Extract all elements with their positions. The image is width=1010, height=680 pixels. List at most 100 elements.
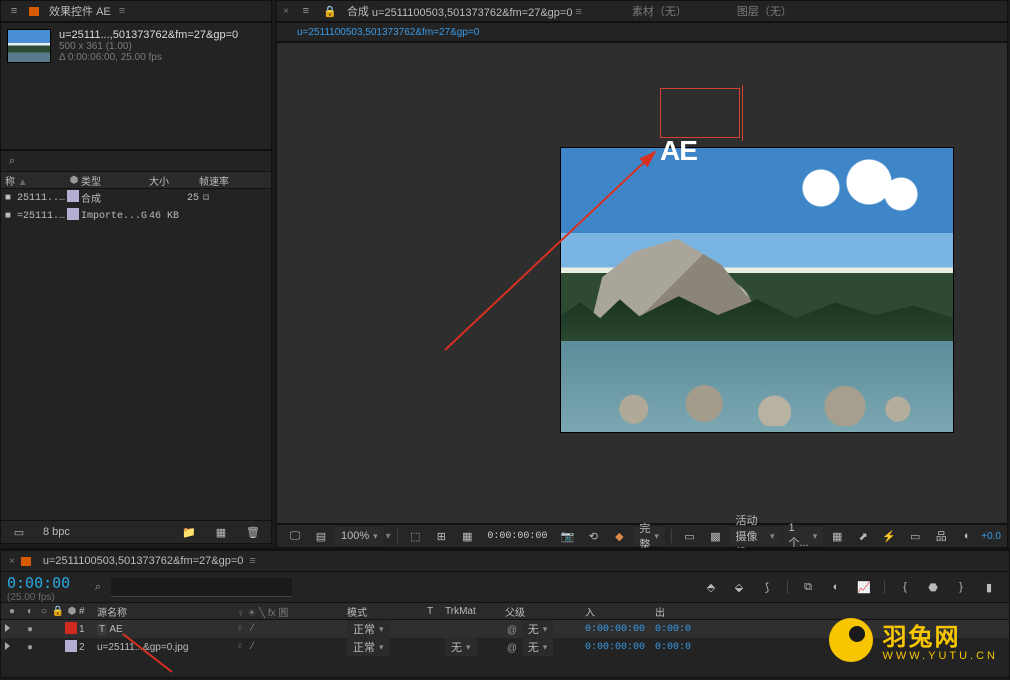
brace-close-icon[interactable]: }: [949, 578, 973, 596]
visibility-toggle[interactable]: ●: [23, 622, 37, 636]
project-item-row[interactable]: ■ 25111...=0 合成 25 ⚃: [1, 189, 271, 207]
share-button[interactable]: ⬈: [851, 527, 875, 545]
col-fps[interactable]: 帧速率: [199, 173, 249, 188]
col-in[interactable]: 入: [585, 604, 655, 619]
layer-label-swatch[interactable]: [65, 622, 77, 634]
active-camera-dropdown[interactable]: 活动摄像机: [729, 527, 780, 545]
channels-button[interactable]: ◆: [607, 527, 631, 545]
layer-out-time[interactable]: 0:00:0: [655, 624, 705, 635]
viewer-timecode[interactable]: 0:00:00:00: [487, 531, 547, 542]
safe-zones-button[interactable]: ⊞: [429, 527, 453, 545]
col-size[interactable]: 大小: [149, 173, 199, 188]
pickwhip-icon[interactable]: @: [505, 624, 519, 638]
viewer-tab-layer[interactable]: 图层（无）: [737, 3, 792, 19]
resolution-half-button[interactable]: ⬚: [403, 527, 427, 545]
col-switches[interactable]: ♀ ☀ ╲ fx 圓: [237, 604, 347, 619]
label-column-icon[interactable]: ⬢: [65, 604, 79, 618]
project-search-input[interactable]: [19, 152, 267, 170]
reset-exposure-button[interactable]: ◐: [955, 527, 979, 545]
view-layout-button[interactable]: ▦: [825, 527, 849, 545]
col-out[interactable]: 出: [655, 604, 705, 619]
comp-mini-flowchart-button[interactable]: ⬘: [699, 578, 723, 596]
tab-menu-icon[interactable]: ≡: [299, 4, 313, 18]
layer-in-time[interactable]: 0:00:00:00: [585, 624, 655, 635]
parent-dropdown[interactable]: 无: [522, 638, 554, 656]
snapshot-button[interactable]: 📷: [555, 527, 579, 545]
flowchart-path[interactable]: u=2511100503,501373762&fm=27&gp=0: [297, 27, 479, 38]
layer-out-time[interactable]: 0:00:0: [655, 642, 705, 653]
timeline-tab[interactable]: u=2511100503,501373762&fm=27&gp=0: [43, 555, 244, 567]
frame-blend-button[interactable]: ⧉: [796, 578, 820, 596]
exposure-value[interactable]: +0.0: [981, 531, 1001, 542]
parent-dropdown[interactable]: 无: [522, 620, 554, 638]
col-type[interactable]: 类型: [81, 173, 149, 188]
solo-column-icon[interactable]: ○: [37, 604, 51, 618]
col-mode[interactable]: 模式: [347, 604, 427, 619]
graph-editor-button[interactable]: 📈: [852, 578, 876, 596]
region-button[interactable]: ▭: [677, 527, 701, 545]
timeline-close-icon[interactable]: ×: [9, 556, 15, 567]
views-dropdown[interactable]: 1 个...: [783, 527, 824, 545]
grid-button[interactable]: ▦: [455, 527, 479, 545]
visibility-toggle[interactable]: ●: [23, 640, 37, 654]
new-bin-button[interactable]: 📁: [177, 523, 201, 541]
alpha-toggle-button[interactable]: 🖵: [283, 527, 307, 545]
motion-blur-button[interactable]: ◐: [824, 578, 848, 596]
new-comp-button[interactable]: ▦: [209, 523, 233, 541]
timeline-current-time[interactable]: 0:00:00: [7, 574, 85, 592]
label-swatch[interactable]: [67, 190, 79, 202]
search-icon[interactable]: ⌕: [5, 154, 19, 168]
text-layer-bounding-box[interactable]: [660, 88, 740, 138]
lock-column-icon[interactable]: 🔒: [51, 604, 65, 618]
blend-mode-dropdown[interactable]: 正常: [347, 620, 390, 638]
composition-canvas[interactable]: [560, 147, 954, 433]
zoom-dropdown[interactable]: 100%: [335, 527, 384, 545]
eye-column-icon[interactable]: ●: [5, 604, 19, 618]
transparency-grid-button[interactable]: ▩: [703, 527, 727, 545]
comp-flowchart-button[interactable]: 品: [929, 527, 953, 545]
layer-name[interactable]: AE: [109, 624, 122, 635]
timeline-button[interactable]: ▭: [903, 527, 927, 545]
delete-button[interactable]: 🗑: [241, 523, 265, 541]
col-trkmat[interactable]: TrkMat: [445, 606, 505, 617]
col-source-name[interactable]: 源名称: [97, 604, 237, 619]
menu-icon[interactable]: ≡: [7, 4, 21, 18]
project-item-thumbnail[interactable]: [7, 29, 51, 63]
pickwhip-icon[interactable]: @: [505, 642, 519, 656]
show-snapshot-button[interactable]: ⟲: [581, 527, 605, 545]
marker-button[interactable]: ▮: [977, 578, 1001, 596]
blend-mode-dropdown[interactable]: 正常: [347, 638, 390, 656]
twirl-icon[interactable]: [5, 642, 10, 650]
effect-controls-tab[interactable]: 效果控件 AE: [49, 3, 111, 19]
timeline-panel-menu-icon[interactable]: ≡: [249, 555, 255, 567]
resolution-dropdown[interactable]: 完整: [633, 527, 665, 545]
timeline-search-input[interactable]: [111, 578, 292, 597]
layer-switches[interactable]: ♀ /: [237, 642, 347, 653]
draft3d-button[interactable]: ⬙: [727, 578, 751, 596]
comp-settings-icon[interactable]: ⚃: [199, 191, 213, 205]
project-columns-header[interactable]: 称 ▲ ⬢ 类型 大小 帧速率: [1, 171, 271, 189]
col-number[interactable]: #: [79, 606, 97, 617]
timeline-search-icon[interactable]: ⌕: [91, 580, 105, 594]
layer-label-swatch[interactable]: [65, 640, 77, 652]
trkmat-dropdown[interactable]: 无: [445, 638, 477, 656]
viewer-tab-composition[interactable]: 合成 u=2511100503,501373762&fm=27&gp=0 ≡: [347, 3, 582, 19]
layer-in-time[interactable]: 0:00:00:00: [585, 642, 655, 653]
twirl-icon[interactable]: [5, 624, 10, 632]
viewer-tab-footage[interactable]: 素材（无）: [632, 3, 687, 19]
toggle-pixel-button[interactable]: ▤: [309, 527, 333, 545]
snap-button[interactable]: ⬣: [921, 578, 945, 596]
brace-open-icon[interactable]: {: [893, 578, 917, 596]
shy-toggle-button[interactable]: ⟆: [755, 578, 779, 596]
fast-preview-button[interactable]: ⚡: [877, 527, 901, 545]
close-tab-icon[interactable]: ×: [283, 6, 289, 17]
text-layer-content[interactable]: AE: [660, 135, 697, 167]
panel-menu-icon[interactable]: ≡: [119, 5, 125, 17]
audio-column-icon[interactable]: ◐: [23, 604, 37, 618]
col-trkmat-t[interactable]: T: [427, 606, 445, 617]
label-swatch[interactable]: [67, 208, 79, 220]
col-parent[interactable]: 父级: [505, 604, 585, 619]
layer-name[interactable]: u=25111...&gp=0.jpg: [97, 642, 188, 653]
project-bpc-button[interactable]: 8 bpc: [39, 523, 74, 541]
layer-switches[interactable]: ♀ /: [237, 624, 347, 635]
